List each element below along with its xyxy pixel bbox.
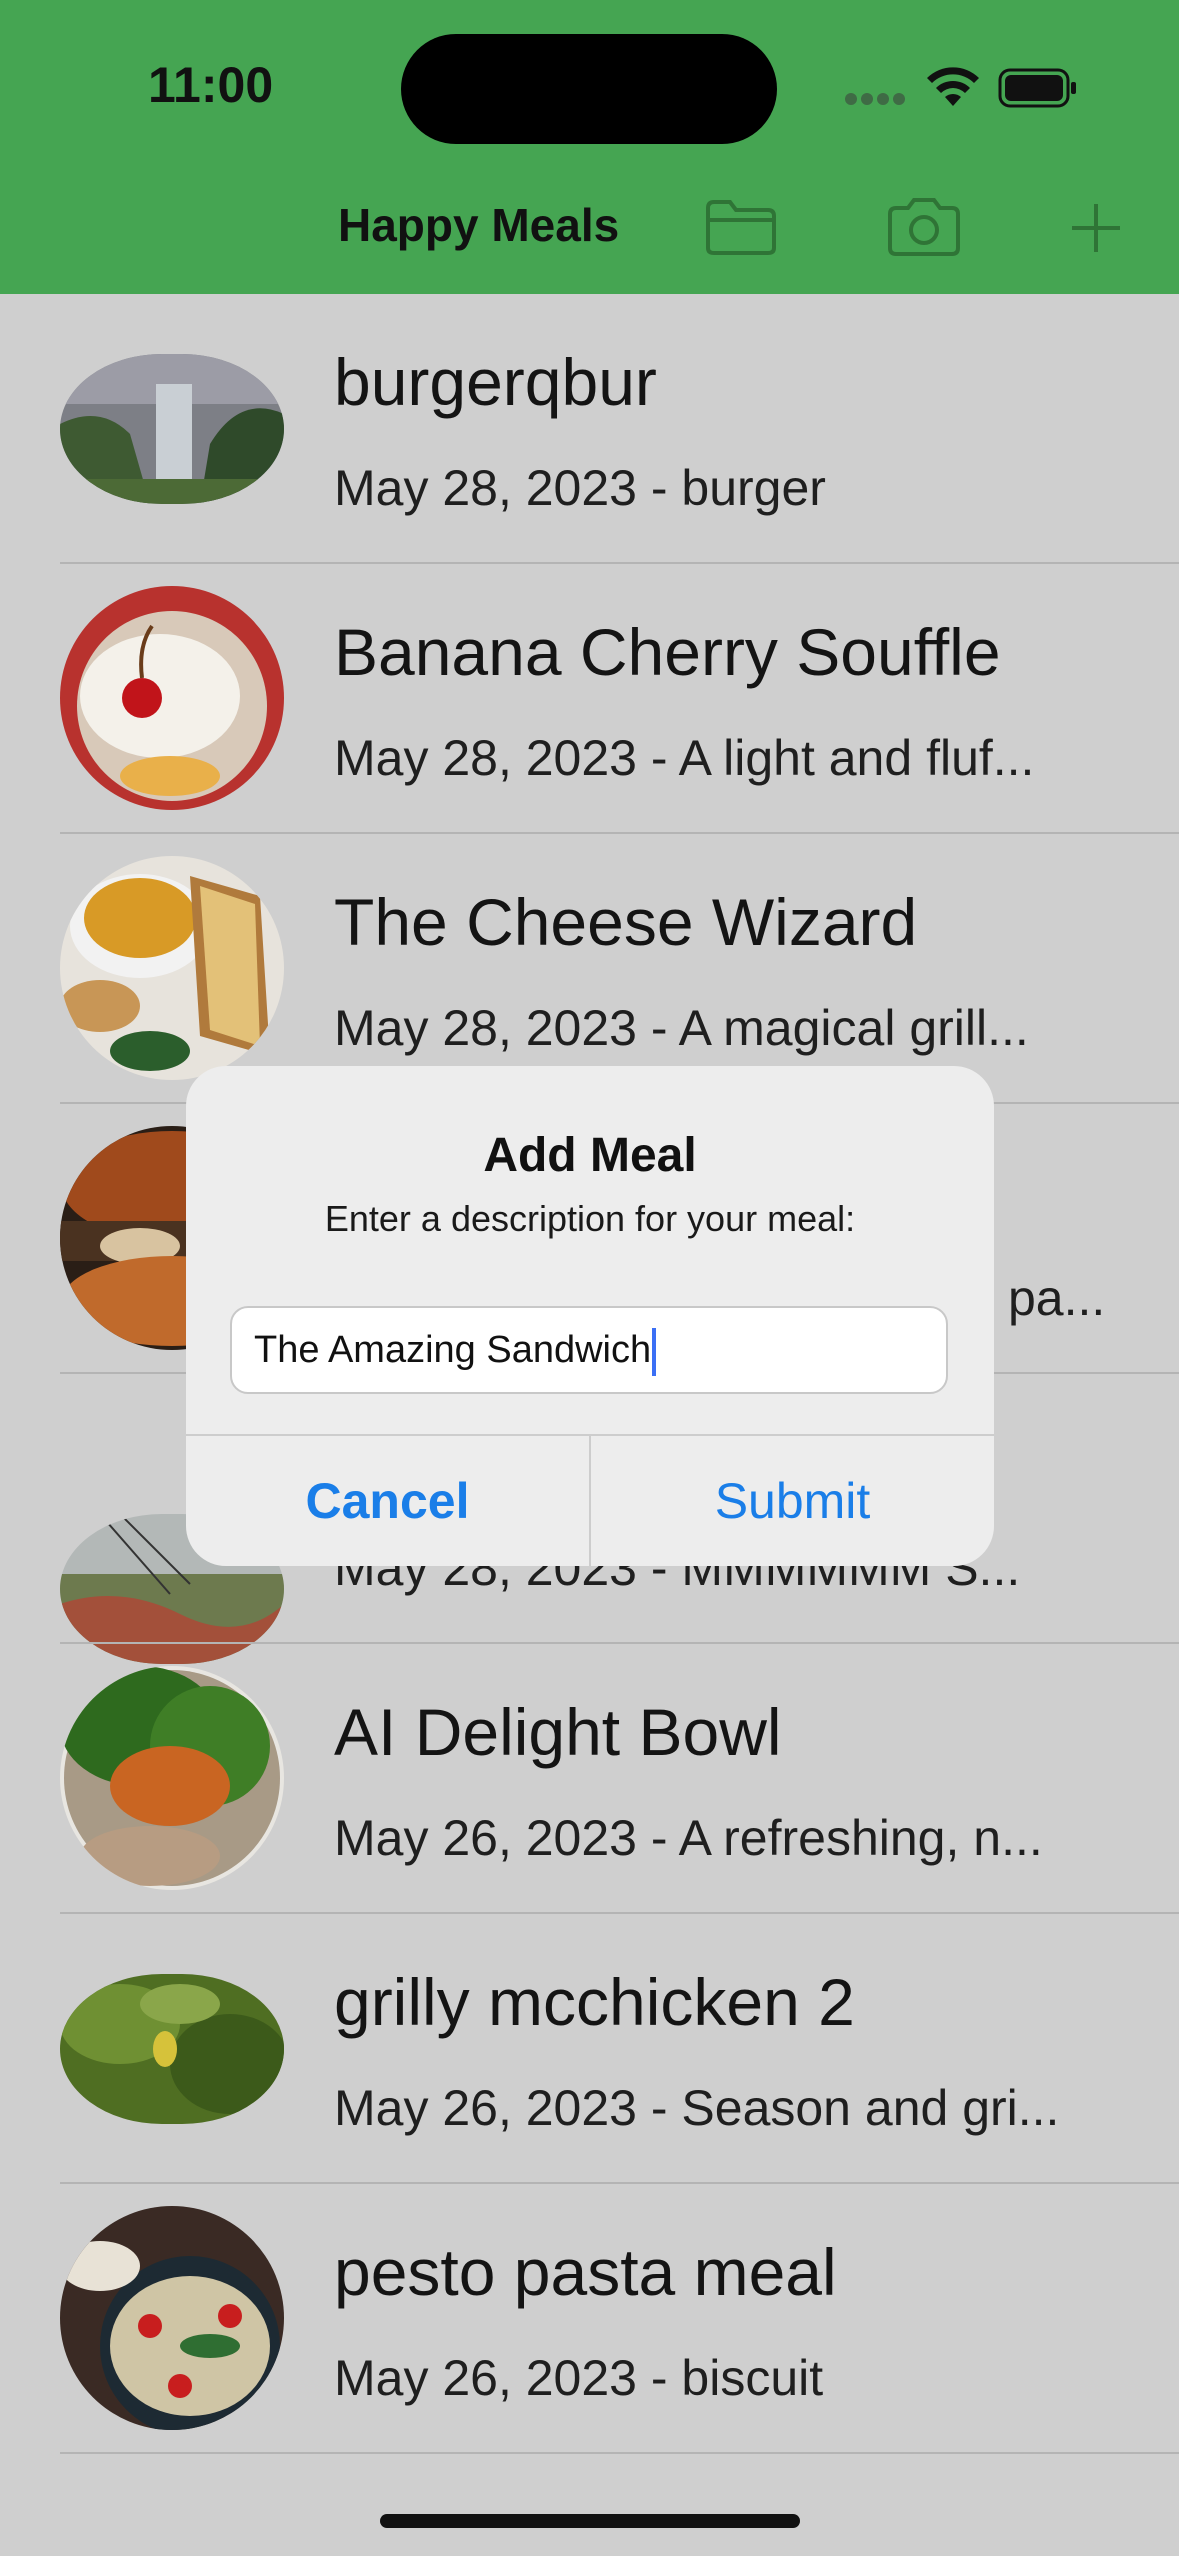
alert-message: Enter a description for your meal: — [324, 1198, 856, 1239]
add-meal-alert: Add Meal Enter a description for your me… — [186, 1066, 994, 1566]
camera-icon[interactable] — [884, 196, 964, 258]
cancel-button[interactable]: Cancel — [186, 1436, 589, 1566]
meal-row[interactable]: AI Delight Bowl May 26, 2023 - A refresh… — [0, 1644, 1179, 1914]
meal-row[interactable]: Banana Cherry Souffle May 28, 2023 - A l… — [0, 564, 1179, 834]
alert-title: Add Meal — [483, 1129, 697, 1182]
meal-subtitle: May 28, 2023 - A magical grill... — [334, 1000, 1029, 1056]
meal-subtitle: May 28, 2023 - burger — [334, 460, 826, 516]
meal-thumbnail — [60, 1666, 284, 1890]
nav-title: Happy Meals — [338, 199, 620, 251]
wifi-icon — [927, 67, 979, 106]
meal-subtitle: May 28, 2023 - A light and fluf... — [334, 730, 1035, 786]
description-input[interactable]: The Amazing Sandwich — [230, 1306, 948, 1394]
submit-button[interactable]: Submit — [591, 1436, 994, 1566]
meal-subtitle: May 26, 2023 - biscuit — [334, 2350, 824, 2406]
meal-subtitle: pa... — [1008, 1270, 1106, 1326]
meal-thumbnail — [60, 354, 284, 504]
row-divider — [60, 2452, 1179, 2454]
meal-subtitle: May 26, 2023 - Season and gri... — [334, 2080, 1060, 2136]
home-indicator[interactable] — [380, 2514, 800, 2528]
meal-row[interactable]: grilly mcchicken 2 May 26, 2023 - Season… — [0, 1914, 1179, 2184]
meal-title: AI Delight Bowl — [334, 1695, 782, 1769]
status-time: 11:00 — [148, 57, 274, 113]
meal-thumbnail — [60, 586, 284, 810]
plus-icon[interactable] — [1068, 200, 1124, 256]
meal-title: The Cheese Wizard — [334, 885, 918, 959]
meal-row[interactable]: burgerqbur May 28, 2023 - burger — [0, 294, 1179, 564]
text-cursor — [652, 1327, 657, 1376]
cellular-signal-icon — [845, 92, 909, 110]
meal-row[interactable]: The Cheese Wizard May 28, 2023 - A magic… — [0, 834, 1179, 1104]
meal-title: Banana Cherry Souffle — [334, 615, 1001, 689]
dynamic-island — [401, 34, 777, 144]
meal-thumbnail — [60, 2206, 284, 2430]
meal-title: pesto pasta meal — [334, 2235, 837, 2309]
meal-subtitle: May 26, 2023 - A refreshing, n... — [334, 1810, 1043, 1866]
navigation-bar: 11:00 Happy Meals — [0, 0, 1179, 294]
description-input-text: The Amazing Sandwich — [254, 1329, 652, 1371]
battery-icon — [998, 68, 1076, 108]
meal-thumbnail — [60, 1974, 284, 2124]
meal-thumbnail — [60, 856, 284, 1080]
folder-icon[interactable] — [704, 198, 778, 256]
meal-title: grilly mcchicken 2 — [334, 1965, 855, 2039]
meal-title: burgerqbur — [334, 345, 657, 419]
meal-row[interactable]: pesto pasta meal May 26, 2023 - biscuit — [0, 2184, 1179, 2454]
